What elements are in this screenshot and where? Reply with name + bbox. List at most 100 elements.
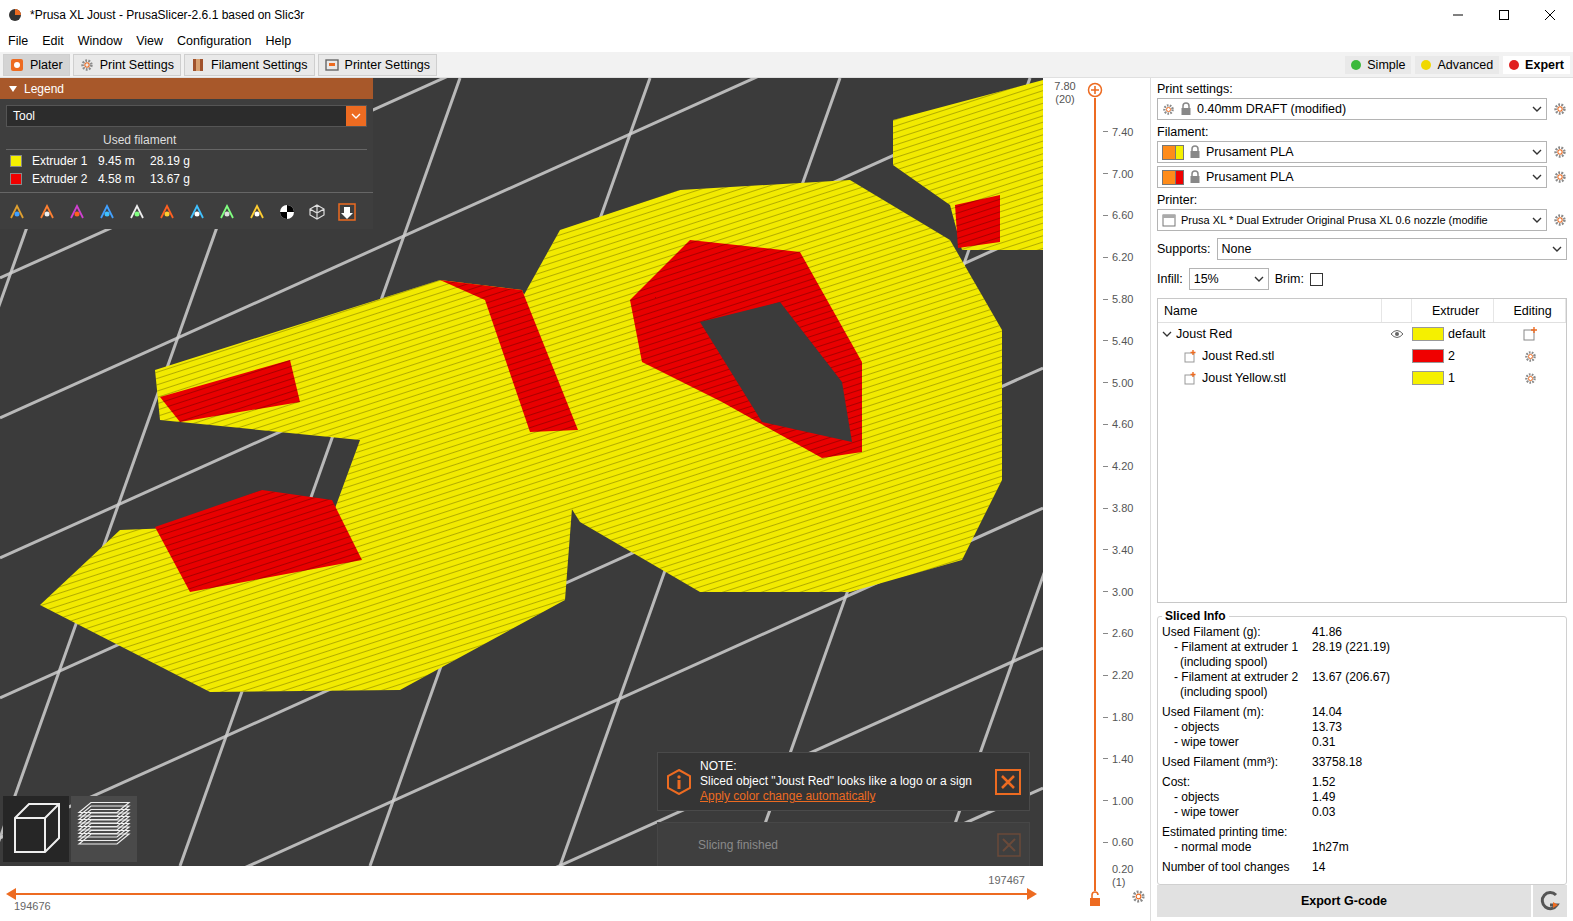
arrow-right-icon[interactable]: [1027, 888, 1037, 900]
close-icon[interactable]: [997, 833, 1021, 857]
tab[interactable]: Plater: [3, 54, 70, 76]
retractions-button[interactable]: [66, 201, 88, 223]
3d-view[interactable]: LegendToolUsed filamentExtruder 19.45 m2…: [0, 78, 1043, 866]
chevron-down-icon[interactable]: [1532, 215, 1542, 225]
chevron-down-icon[interactable]: [1532, 147, 1542, 157]
slider-tick: 3.00: [1103, 571, 1150, 613]
menu-item[interactable]: View: [129, 34, 170, 48]
settings-icon[interactable]: [1524, 350, 1537, 363]
center-of-gravity-button[interactable]: [276, 201, 298, 223]
object-row[interactable]: Joust Yellow.stl1: [1158, 367, 1566, 389]
mode-button[interactable]: Expert: [1503, 56, 1570, 74]
vertical-slider[interactable]: 7.80(20)7.407.006.606.205.805.405.004.60…: [1043, 78, 1150, 921]
printer-combo[interactable]: Prusa XL * Dual Extruder Original Prusa …: [1157, 209, 1547, 231]
expander-icon[interactable]: [1162, 329, 1172, 339]
info-row: Used Filament (mm³):33758.18: [1162, 755, 1560, 770]
shells-button[interactable]: [306, 201, 328, 223]
notification: NOTE:Sliced object "Joust Red" looks lik…: [657, 752, 1030, 811]
object-row[interactable]: Joust Reddefault: [1158, 323, 1566, 345]
send-gcode-button[interactable]: [1533, 885, 1567, 917]
menu-item[interactable]: Help: [258, 34, 298, 48]
menu-item[interactable]: Edit: [35, 34, 71, 48]
mode-button[interactable]: Advanced: [1415, 56, 1499, 74]
info-row: Number of tool changes14: [1162, 860, 1560, 875]
chevron-down-icon[interactable]: [1552, 244, 1562, 254]
preview-button[interactable]: [71, 796, 137, 862]
window-title: *Prusa XL Joust - PrusaSlicer-2.6.1 base…: [22, 8, 1435, 22]
slider-tick: 3.40: [1103, 529, 1150, 571]
slider-top-value: 7.80: [1054, 80, 1075, 93]
filament-combo[interactable]: Prusament PLA: [1157, 166, 1547, 188]
menu-item[interactable]: File: [1, 34, 35, 48]
travel-button[interactable]: [6, 201, 28, 223]
close-icon[interactable]: [995, 769, 1021, 795]
tab[interactable]: Printer Settings: [318, 54, 437, 76]
minimize-button[interactable]: [1435, 0, 1481, 30]
custom-gcodes-button[interactable]: [246, 201, 268, 223]
prusaslicer-window: *Prusa XL Joust - PrusaSlicer-2.6.1 base…: [0, 0, 1573, 921]
extruder-cell[interactable]: 1: [1412, 371, 1494, 385]
extruder-cell[interactable]: 2: [1412, 349, 1494, 363]
chevron-down-icon[interactable]: [1254, 274, 1264, 284]
pauses-button[interactable]: [216, 201, 238, 223]
wipe-button[interactable]: [36, 201, 58, 223]
view-type-combo[interactable]: Tool: [6, 105, 367, 127]
edit-preset-icon[interactable]: [1553, 102, 1567, 116]
collapse-icon[interactable]: [8, 84, 18, 94]
arrow-left-icon[interactable]: [6, 888, 16, 900]
lock-icon[interactable]: [1088, 891, 1102, 907]
add-settings-icon[interactable]: [1523, 327, 1537, 341]
chevron-down-icon[interactable]: [1532, 104, 1542, 114]
slider-tick: 5.40: [1103, 320, 1150, 362]
legend-panel: LegendToolUsed filamentExtruder 19.45 m2…: [0, 78, 373, 229]
tool-marker-button[interactable]: [336, 201, 358, 223]
menu-item[interactable]: Window: [71, 34, 129, 48]
info-row: - Filament at extruder 1(including spool…: [1162, 640, 1560, 670]
close-button[interactable]: [1527, 0, 1573, 30]
edit-preset-icon[interactable]: [1553, 170, 1567, 184]
print-settings-combo[interactable]: 0.40mm DRAFT (modified): [1157, 98, 1547, 120]
export-gcode-button[interactable]: Export G-code: [1157, 885, 1531, 917]
menu-bar: FileEditWindowViewConfigurationHelp: [0, 30, 1573, 52]
info-row: Used Filament (m):14.04: [1162, 705, 1560, 720]
extruder-cell[interactable]: default: [1412, 327, 1494, 341]
edit-preset-icon[interactable]: [1553, 213, 1567, 227]
supports-combo[interactable]: None: [1217, 238, 1567, 260]
deretractions-icon: [98, 203, 116, 221]
lock-icon: [1180, 102, 1192, 116]
print-settings-icon[interactable]: [80, 58, 94, 72]
chevron-down-icon[interactable]: [1532, 172, 1542, 182]
notification-link[interactable]: Apply color change automatically: [700, 789, 987, 804]
eye-icon[interactable]: [1390, 329, 1404, 339]
add-color-change-icon[interactable]: [1087, 82, 1103, 98]
maximize-button[interactable]: [1481, 0, 1527, 30]
slider-tick: 0.60: [1103, 822, 1150, 864]
infill-combo[interactable]: 15%: [1189, 268, 1269, 290]
print-profile-icon[interactable]: [1162, 103, 1175, 116]
tab[interactable]: Filament Settings: [184, 54, 315, 76]
seams-button[interactable]: [126, 201, 148, 223]
color-changes-button[interactable]: [186, 201, 208, 223]
object-row[interactable]: Joust Red.stl2: [1158, 345, 1566, 367]
tool-changes-button[interactable]: [156, 201, 178, 223]
mode-dot: [1509, 60, 1519, 70]
legend-header[interactable]: Legend: [0, 78, 373, 99]
filament-color-swatch: [1162, 145, 1184, 160]
settings-icon[interactable]: [1524, 372, 1537, 385]
filament-combo[interactable]: Prusament PLA: [1157, 141, 1547, 163]
tab[interactable]: Print Settings: [73, 54, 181, 76]
horizontal-slider[interactable]: 197467194676: [0, 866, 1043, 921]
info-row: Estimated printing time:: [1162, 825, 1560, 840]
printer-icon: [1162, 214, 1176, 227]
3d-view-button[interactable]: [3, 796, 69, 862]
slider-settings-icon[interactable]: [1131, 889, 1146, 904]
brim-checkbox[interactable]: [1310, 273, 1323, 286]
menu-item[interactable]: Configuration: [170, 34, 258, 48]
info-row: Used Filament (g):41.86: [1162, 625, 1560, 640]
deretractions-button[interactable]: [96, 201, 118, 223]
chevron-down-icon[interactable]: [351, 111, 361, 121]
slider-tick: 5.80: [1103, 278, 1150, 320]
wipe-icon: [38, 203, 56, 221]
mode-button[interactable]: Simple: [1345, 56, 1411, 74]
edit-preset-icon[interactable]: [1553, 145, 1567, 159]
